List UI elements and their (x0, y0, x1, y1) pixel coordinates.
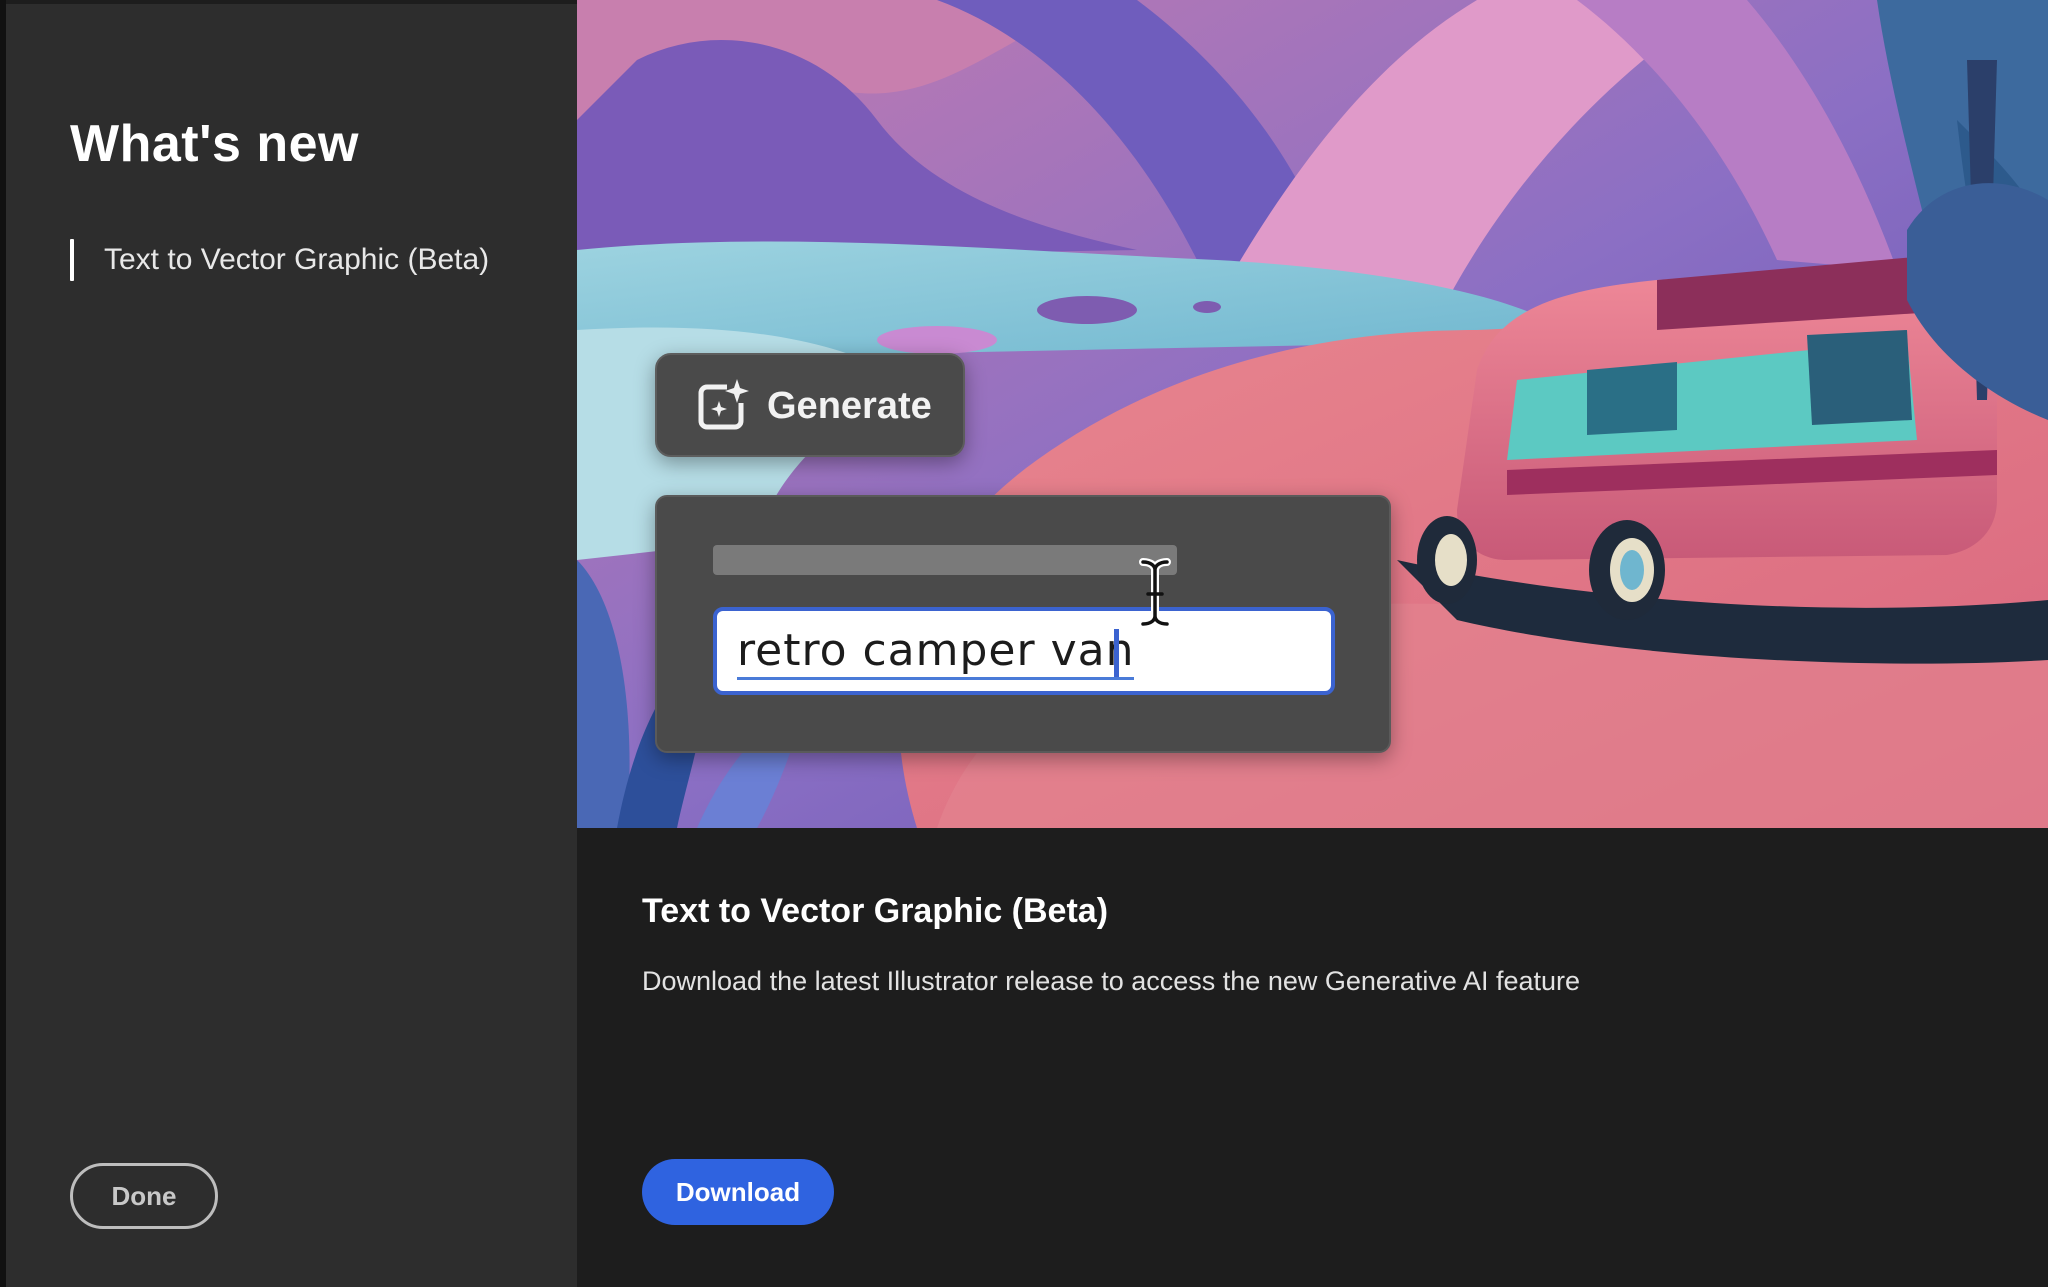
text-cursor-icon (1139, 558, 1171, 628)
prompt-panel: retro camper van (655, 495, 1391, 753)
text-caret (1114, 629, 1119, 677)
generate-button[interactable]: Generate (655, 353, 965, 457)
feature-description: Download the latest Illustrator release … (642, 966, 1581, 996)
feature-hero-image: Generate retro camper van (577, 0, 2048, 828)
sidebar-item-label: Text to Vector Graphic (Beta) (104, 243, 490, 276)
prompt-label-placeholder (713, 545, 1177, 575)
main-panel: Generate retro camper van Text to Vector… (577, 0, 2048, 1287)
selected-indicator (70, 239, 74, 281)
whats-new-dialog: What's new Text to Vector Graphic (Beta)… (0, 0, 2048, 1287)
feature-title: Text to Vector Graphic (Beta) (642, 892, 1109, 930)
prompt-input-text: retro camper van (737, 627, 1135, 680)
generate-sparkle-icon (698, 379, 749, 430)
sidebar-title: What's new (70, 115, 359, 173)
sidebar: What's new Text to Vector Graphic (Beta)… (6, 4, 577, 1287)
prompt-input[interactable]: retro camper van (713, 607, 1335, 695)
generate-label: Generate (767, 385, 932, 427)
download-button[interactable]: Download (642, 1159, 834, 1225)
sidebar-item-text-to-vector[interactable]: Text to Vector Graphic (Beta) (70, 238, 550, 282)
done-button[interactable]: Done (70, 1163, 218, 1229)
